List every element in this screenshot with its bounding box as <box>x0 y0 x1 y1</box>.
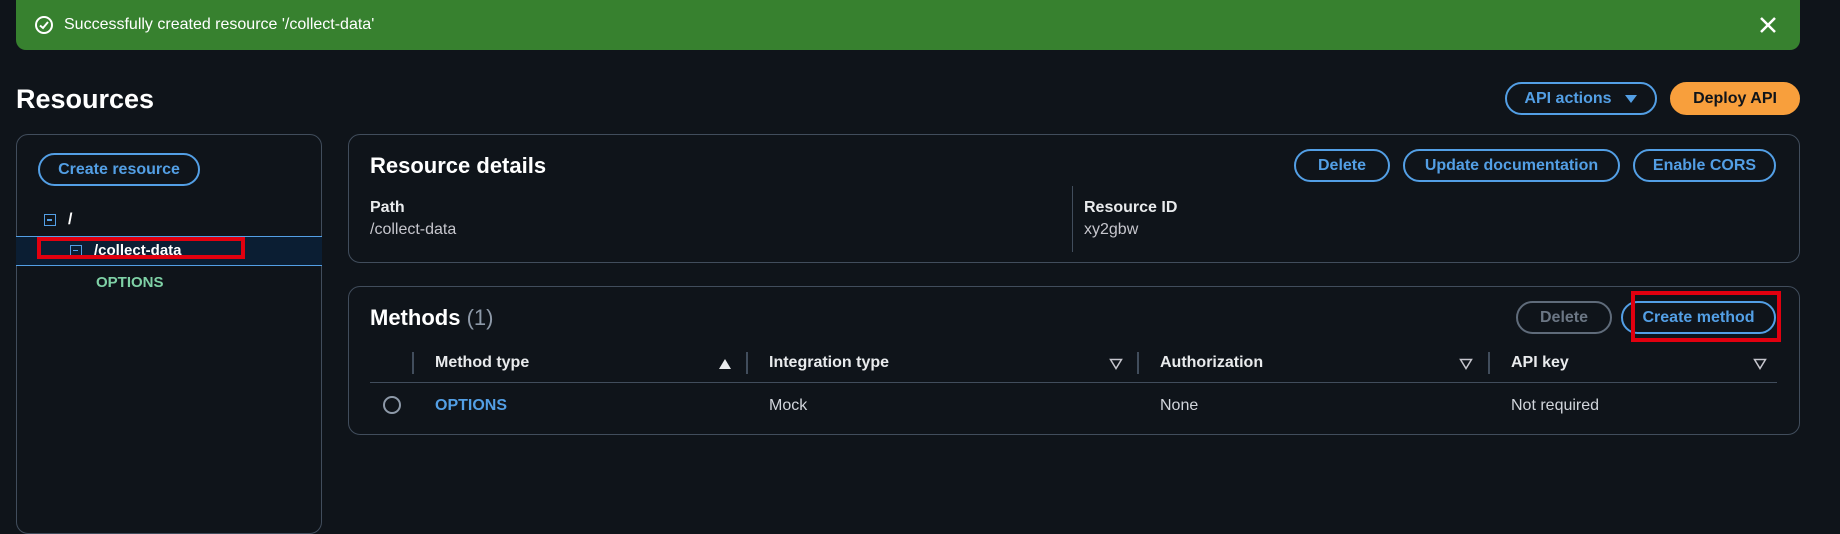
tree-item-label: / <box>68 211 73 228</box>
sort-ascending-icon[interactable] <box>718 358 732 370</box>
method-type-link[interactable]: OPTIONS <box>435 397 507 415</box>
caret-down-icon <box>1624 94 1637 103</box>
page-title: Resources <box>16 84 155 114</box>
column-separator <box>1137 352 1139 374</box>
delete-method-button[interactable]: Delete <box>1516 301 1612 334</box>
divider <box>1072 186 1073 252</box>
enable-cors-button[interactable]: Enable CORS <box>1633 149 1776 182</box>
resource-tree-panel <box>16 134 322 534</box>
create-resource-button[interactable]: Create resource <box>38 153 200 186</box>
create-method-button[interactable]: Create method <box>1621 301 1776 334</box>
success-check-icon <box>35 16 53 34</box>
path-value: /collect-data <box>370 221 457 238</box>
column-separator <box>412 352 414 374</box>
sort-icon[interactable] <box>1753 358 1767 370</box>
collapse-icon[interactable] <box>70 244 82 257</box>
deploy-api-button[interactable]: Deploy API <box>1670 82 1800 115</box>
api-actions-label: API actions <box>1524 89 1612 107</box>
path-label: Path <box>370 199 405 216</box>
collapse-icon[interactable] <box>44 214 56 226</box>
column-header-api-key[interactable]: API key <box>1511 354 1569 372</box>
table-header-divider <box>370 382 1777 383</box>
tree-item-label: /collect-data <box>94 242 182 259</box>
api-actions-button[interactable]: API actions <box>1505 82 1657 115</box>
api-key-cell: Not required <box>1511 397 1600 414</box>
sort-icon[interactable] <box>1109 358 1123 370</box>
column-separator <box>1488 352 1490 374</box>
flash-message: Successfully created resource '/collect-… <box>64 16 375 33</box>
resource-id-label: Resource ID <box>1084 199 1178 216</box>
success-flashbar: Successfully created resource '/collect-… <box>16 0 1800 50</box>
column-header-authorization[interactable]: Authorization <box>1160 354 1263 372</box>
resource-id-value: xy2gbw <box>1084 221 1139 238</box>
row-select-radio[interactable] <box>383 396 401 414</box>
tree-item-options[interactable]: OPTIONS <box>96 274 164 291</box>
integration-type-cell: Mock <box>769 397 808 414</box>
methods-title-text: Methods <box>370 305 461 330</box>
authorization-cell: None <box>1160 397 1199 414</box>
tree-item-root[interactable]: / <box>44 211 72 229</box>
column-separator <box>746 352 748 374</box>
column-header-integration-type[interactable]: Integration type <box>769 354 889 372</box>
tree-item-collect-data[interactable]: /collect-data <box>70 242 182 259</box>
update-documentation-button[interactable]: Update documentation <box>1403 149 1620 182</box>
methods-title: Methods (1) <box>370 305 493 331</box>
resource-details-title: Resource details <box>370 153 547 178</box>
sort-icon[interactable] <box>1459 358 1473 370</box>
delete-resource-button[interactable]: Delete <box>1294 149 1390 182</box>
close-icon[interactable] <box>1756 13 1780 37</box>
column-header-method-type[interactable]: Method type <box>435 354 529 372</box>
methods-count: (1) <box>466 305 494 330</box>
